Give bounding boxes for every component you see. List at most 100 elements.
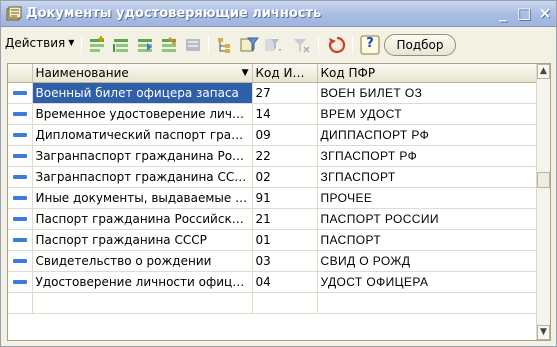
scroll-up-button[interactable]: ▲ [537, 64, 550, 79]
table-row[interactable]: Паспорт гражданина СССР 01 ПАСПОРТ [8, 229, 538, 251]
cell-pfr-code[interactable]: ВОЕН БИЛЕТ ОЗ [317, 82, 538, 104]
close-button[interactable]: × [536, 4, 554, 22]
add-button[interactable] [87, 35, 107, 55]
maximize-button[interactable]: □ [515, 4, 533, 22]
add-group-button[interactable] [111, 35, 131, 55]
hierarchy-button[interactable] [215, 35, 235, 55]
delete-mark-icon [186, 39, 200, 51]
scroll-down-button[interactable]: ▼ [537, 325, 550, 340]
window-title: Документы удостоверяющие личность [26, 6, 322, 21]
column-header-name[interactable]: Наименование ▼ [32, 64, 253, 83]
clear-filter-button[interactable] [291, 35, 311, 55]
title-bar[interactable]: Документы удостоверяющие личность _ □ × [1, 1, 556, 27]
cell-ifns-code[interactable]: 04 [252, 271, 318, 293]
filter-button[interactable] [239, 35, 260, 55]
chevron-down-icon: ▼ [68, 38, 75, 47]
cell-pfr-code[interactable]: ПАСПОРТ [317, 229, 538, 251]
documents-grid: Наименование ▼ Код ИФНС Код ПФР Военный б… [8, 64, 538, 314]
edit-button[interactable] [159, 35, 179, 55]
cell-name[interactable]: Временное удостоверение личност... [32, 103, 253, 125]
sort-down-icon[interactable]: ▼ [242, 68, 249, 78]
row-marker-cell [8, 250, 33, 272]
table-row[interactable]: Свидетельство о рождении 03 СВИД О РОЖД [8, 250, 538, 272]
actions-label: Действия [5, 36, 66, 50]
row-marker-cell [8, 208, 33, 230]
cell-name[interactable]: Паспорт гражданина Российской ... [32, 208, 253, 230]
cell-name[interactable]: Паспорт гражданина СССР [32, 229, 253, 251]
refresh-button[interactable] [327, 35, 347, 55]
table-row[interactable]: Дипломатический паспорт гражда... 09 ДИППА… [8, 124, 538, 146]
chevron-up-icon: ▲ [540, 66, 547, 76]
cell-pfr-code[interactable]: УДОСТ ОФИЦЕРА [317, 271, 538, 293]
podbor-button[interactable]: Подбор [384, 34, 456, 56]
cell-ifns-code[interactable]: 02 [252, 166, 318, 188]
header-marker-column [8, 64, 33, 83]
element-icon [12, 280, 27, 284]
cell-pfr-code[interactable]: ВРЕМ УДОСТ [317, 103, 538, 125]
column-header-pfr[interactable]: Код ПФР [317, 64, 538, 83]
minimize-button[interactable]: _ [494, 4, 512, 22]
table-row[interactable]: Военный билет офицера запаса 27 ВОЕН БИЛЕТ… [8, 82, 538, 104]
toolbar: Действия ▼ ? Подбор [1, 28, 556, 61]
header-row: Наименование ▼ Код ИФНС Код ПФР [8, 64, 538, 83]
filter-list-icon [265, 39, 281, 51]
help-button[interactable]: ? [360, 35, 380, 55]
refresh-icon [328, 36, 346, 54]
add-item-icon [90, 36, 104, 52]
copy-button[interactable] [135, 35, 155, 55]
cell-pfr-code[interactable]: ПРОЧЕЕ [317, 187, 538, 209]
table-row[interactable]: Иные документы, выдаваемые орг... 91 ПРОЧЕ… [8, 187, 538, 209]
table-row[interactable]: Загранпаспорт гражданина СССР 02 ЗГПАСПОРТ [8, 166, 538, 188]
delete-button[interactable] [183, 35, 203, 55]
cell-ifns-code[interactable]: 03 [252, 250, 318, 272]
actions-menu[interactable]: Действия ▼ [5, 36, 74, 50]
toolbar-divider [81, 36, 82, 54]
element-icon [12, 154, 27, 158]
vertical-scrollbar[interactable]: ▲ ▼ [536, 64, 550, 340]
cell-pfr-code[interactable]: ПАСПОРТ РОССИИ [317, 208, 538, 230]
chevron-down-icon: ▼ [540, 327, 547, 337]
cell-ifns-code[interactable]: 09 [252, 124, 318, 146]
cell-name[interactable]: Иные документы, выдаваемые орг... [32, 187, 253, 209]
table-row[interactable]: Временное удостоверение личност... 14 ВРЕМ… [8, 103, 538, 125]
empty-cell [252, 292, 318, 314]
copy-item-icon [138, 39, 152, 52]
empty-cell [317, 292, 538, 314]
cell-pfr-code[interactable]: СВИД О РОЖД [317, 250, 538, 272]
row-marker-cell [8, 145, 33, 167]
table-row[interactable]: Удостоверение личности офицера 04 УДОСТ ОФ… [8, 271, 538, 293]
column-header-name-label: Наименование [35, 65, 129, 80]
row-marker-cell [8, 166, 33, 188]
row-marker-cell [8, 82, 33, 104]
cell-pfr-code[interactable]: ЗГПАСПОРТ [317, 166, 538, 188]
clear-filter-icon [294, 39, 310, 53]
filter-list-button[interactable] [263, 35, 283, 55]
empty-row [8, 292, 538, 314]
cell-ifns-code[interactable]: 27 [252, 82, 318, 104]
row-marker-cell [8, 187, 33, 209]
element-icon [12, 259, 27, 263]
column-header-ifns[interactable]: Код ИФНС [252, 64, 318, 83]
cell-ifns-code[interactable]: 14 [252, 103, 318, 125]
empty-cell [8, 292, 33, 314]
cell-ifns-code[interactable]: 21 [252, 208, 318, 230]
cell-name[interactable]: Свидетельство о рождении [32, 250, 253, 272]
row-marker-cell [8, 124, 33, 146]
cell-pfr-code[interactable]: ДИППАСПОРТ РФ [317, 124, 538, 146]
documents-table[interactable]: Наименование ▼ Код ИФНС Код ПФР Военный б… [7, 63, 551, 341]
cell-name[interactable]: Загранпаспорт гражданина Россий... [32, 145, 253, 167]
cell-ifns-code[interactable]: 22 [252, 145, 318, 167]
element-icon [12, 112, 27, 116]
table-row[interactable]: Загранпаспорт гражданина Россий... 22 ЗГПА… [8, 145, 538, 167]
cell-name[interactable]: Удостоверение личности офицера [32, 271, 253, 293]
cell-ifns-code[interactable]: 01 [252, 229, 318, 251]
cell-name[interactable]: Загранпаспорт гражданина СССР [32, 166, 253, 188]
element-icon [12, 196, 27, 200]
table-row[interactable]: Паспорт гражданина Российской ... 21 ПАСПО… [8, 208, 538, 230]
empty-cell [32, 292, 253, 314]
cell-name[interactable]: Дипломатический паспорт гражда... [32, 124, 253, 146]
cell-pfr-code[interactable]: ЗГПАСПОРТ РФ [317, 145, 538, 167]
scroll-thumb[interactable] [537, 172, 550, 188]
cell-name[interactable]: Военный билет офицера запаса [32, 82, 253, 104]
cell-ifns-code[interactable]: 91 [252, 187, 318, 209]
